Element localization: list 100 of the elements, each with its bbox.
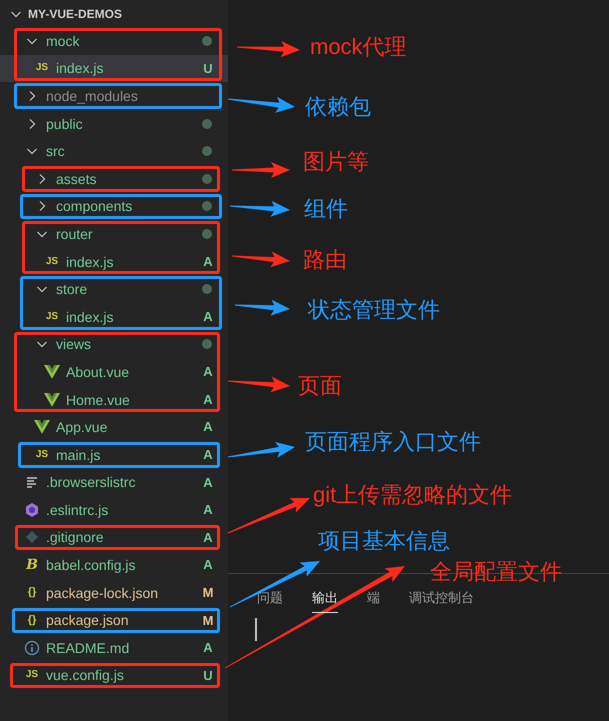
- git-status: A: [202, 390, 214, 409]
- annotation-label: 页面: [298, 375, 342, 397]
- js-file-icon: JS: [34, 63, 50, 74]
- folder-row[interactable]: views: [0, 330, 228, 358]
- annotation-label: git上传需忽略的文件: [313, 484, 512, 506]
- js-file-icon: JS: [44, 312, 60, 322]
- js-file-icon: JS: [24, 670, 40, 680]
- file-row[interactable]: JS index.js A: [0, 302, 228, 331]
- folder-row[interactable]: store: [0, 275, 228, 303]
- file-name: About.vue: [66, 364, 130, 380]
- file-row[interactable]: {} package.json M: [0, 606, 228, 634]
- file-name: App.vue: [56, 419, 108, 436]
- annotation-arrow: [230, 200, 290, 217]
- project-title: MY-VUE-DEMOS: [28, 6, 122, 22]
- file-row[interactable]: App.vue A: [0, 413, 228, 441]
- git-status: M: [202, 584, 214, 602]
- git-status: A: [202, 501, 214, 520]
- vue-file-icon: [34, 420, 50, 434]
- annotation-arrow: [228, 442, 295, 458]
- file-row[interactable]: .gitignore A: [0, 524, 228, 552]
- annotation-arrow: [237, 41, 300, 58]
- file-name: index.js: [66, 254, 114, 270]
- panel-tab[interactable]: 调试控制台: [409, 588, 474, 612]
- hexagon-file-icon: [24, 502, 40, 518]
- braces-file-icon: {}: [24, 614, 40, 626]
- text-cursor: [255, 618, 257, 640]
- babel-file-icon: B: [24, 558, 40, 572]
- vue-file-icon: [44, 364, 60, 379]
- file-row[interactable]: JS index.js A: [0, 248, 228, 276]
- folder-name: views: [56, 336, 92, 352]
- git-status: A: [202, 639, 214, 658]
- annotation-arrow: [235, 300, 290, 316]
- git-status: A: [202, 528, 214, 547]
- annotation-label: 组件: [304, 198, 348, 220]
- git-status: U: [202, 666, 214, 685]
- git-status: A: [202, 556, 214, 574]
- folder-row[interactable]: node_modules: [0, 82, 228, 110]
- annotation-arrow: [228, 376, 290, 392]
- file-name: index.js: [66, 308, 114, 325]
- git-status: A: [202, 446, 214, 464]
- lines-file-icon: [26, 476, 38, 488]
- file-name: .browserslistrc: [46, 474, 136, 490]
- braces-file-icon: {}: [24, 587, 40, 598]
- file-name: Home.vue: [66, 392, 130, 408]
- file-name: main.js: [56, 446, 100, 463]
- js-file-icon: JS: [34, 450, 50, 460]
- panel-tab[interactable]: 端: [367, 588, 380, 612]
- annotation-arrow: [232, 162, 290, 178]
- folder-row[interactable]: components: [0, 192, 228, 220]
- diamond-file-icon: [25, 530, 39, 544]
- folder-name: assets: [56, 170, 96, 187]
- annotation-label: 页面程序入口文件: [305, 431, 481, 453]
- file-row[interactable]: JS main.js A: [0, 440, 228, 468]
- annotation-label: mock代理: [310, 36, 407, 58]
- file-row[interactable]: .browserslistrc A: [0, 468, 228, 496]
- folder-row[interactable]: router: [0, 220, 228, 248]
- vue-file-icon: [44, 392, 60, 407]
- file-name: .eslintrc.js: [46, 502, 108, 518]
- folder-row[interactable]: src: [0, 137, 228, 165]
- file-name: vue.config.js: [46, 667, 124, 684]
- git-status: U: [202, 60, 214, 78]
- folder-name: node_modules: [46, 88, 138, 104]
- git-status: A: [202, 363, 214, 382]
- annotation-label: 状态管理文件: [308, 299, 440, 321]
- file-row[interactable]: README.md A: [0, 634, 228, 662]
- git-status: A: [202, 252, 214, 271]
- file-name: .gitignore: [46, 529, 104, 546]
- file-row[interactable]: About.vue A: [0, 358, 228, 386]
- annotation-label: 图片等: [303, 151, 369, 173]
- folder-name: store: [56, 281, 88, 298]
- git-status: A: [202, 474, 214, 492]
- file-row[interactable]: JS vue.config.js U: [0, 662, 228, 690]
- git-status: A: [202, 418, 214, 436]
- panel-tab[interactable]: 问题: [257, 588, 283, 612]
- annotation-label: 路由: [303, 249, 347, 271]
- file-name: package-lock.json: [46, 584, 158, 601]
- folder-name: router: [56, 226, 93, 242]
- file-row[interactable]: B babel.config.js A: [0, 551, 228, 579]
- annotation-arrow: [228, 96, 295, 113]
- file-row[interactable]: {} package-lock.json M: [0, 578, 228, 606]
- folder-row[interactable]: public: [0, 110, 228, 138]
- explorer-header[interactable]: MY-VUE-DEMOS: [0, 0, 228, 27]
- folder-row[interactable]: assets: [0, 164, 228, 193]
- folder-name: public: [46, 116, 83, 132]
- annotation-label: 依赖包: [305, 96, 371, 118]
- annotation-label: 全局配置文件: [430, 561, 562, 583]
- folder-row[interactable]: mock: [0, 27, 228, 55]
- git-status: M: [202, 612, 214, 630]
- folder-name: mock: [46, 32, 80, 49]
- file-name: index.js: [56, 60, 104, 76]
- git-status: A: [202, 308, 214, 326]
- annotation-label: 项目基本信息: [318, 530, 450, 552]
- file-name: babel.config.js: [46, 557, 136, 574]
- file-row[interactable]: Home.vue A: [0, 386, 228, 414]
- folder-name: components: [56, 198, 132, 214]
- file-row[interactable]: .eslintrc.js A: [0, 496, 228, 524]
- annotation-arrow: [232, 251, 290, 268]
- info-file-icon: [24, 640, 40, 656]
- file-name: README.md: [46, 640, 130, 656]
- folder-name: src: [46, 143, 65, 160]
